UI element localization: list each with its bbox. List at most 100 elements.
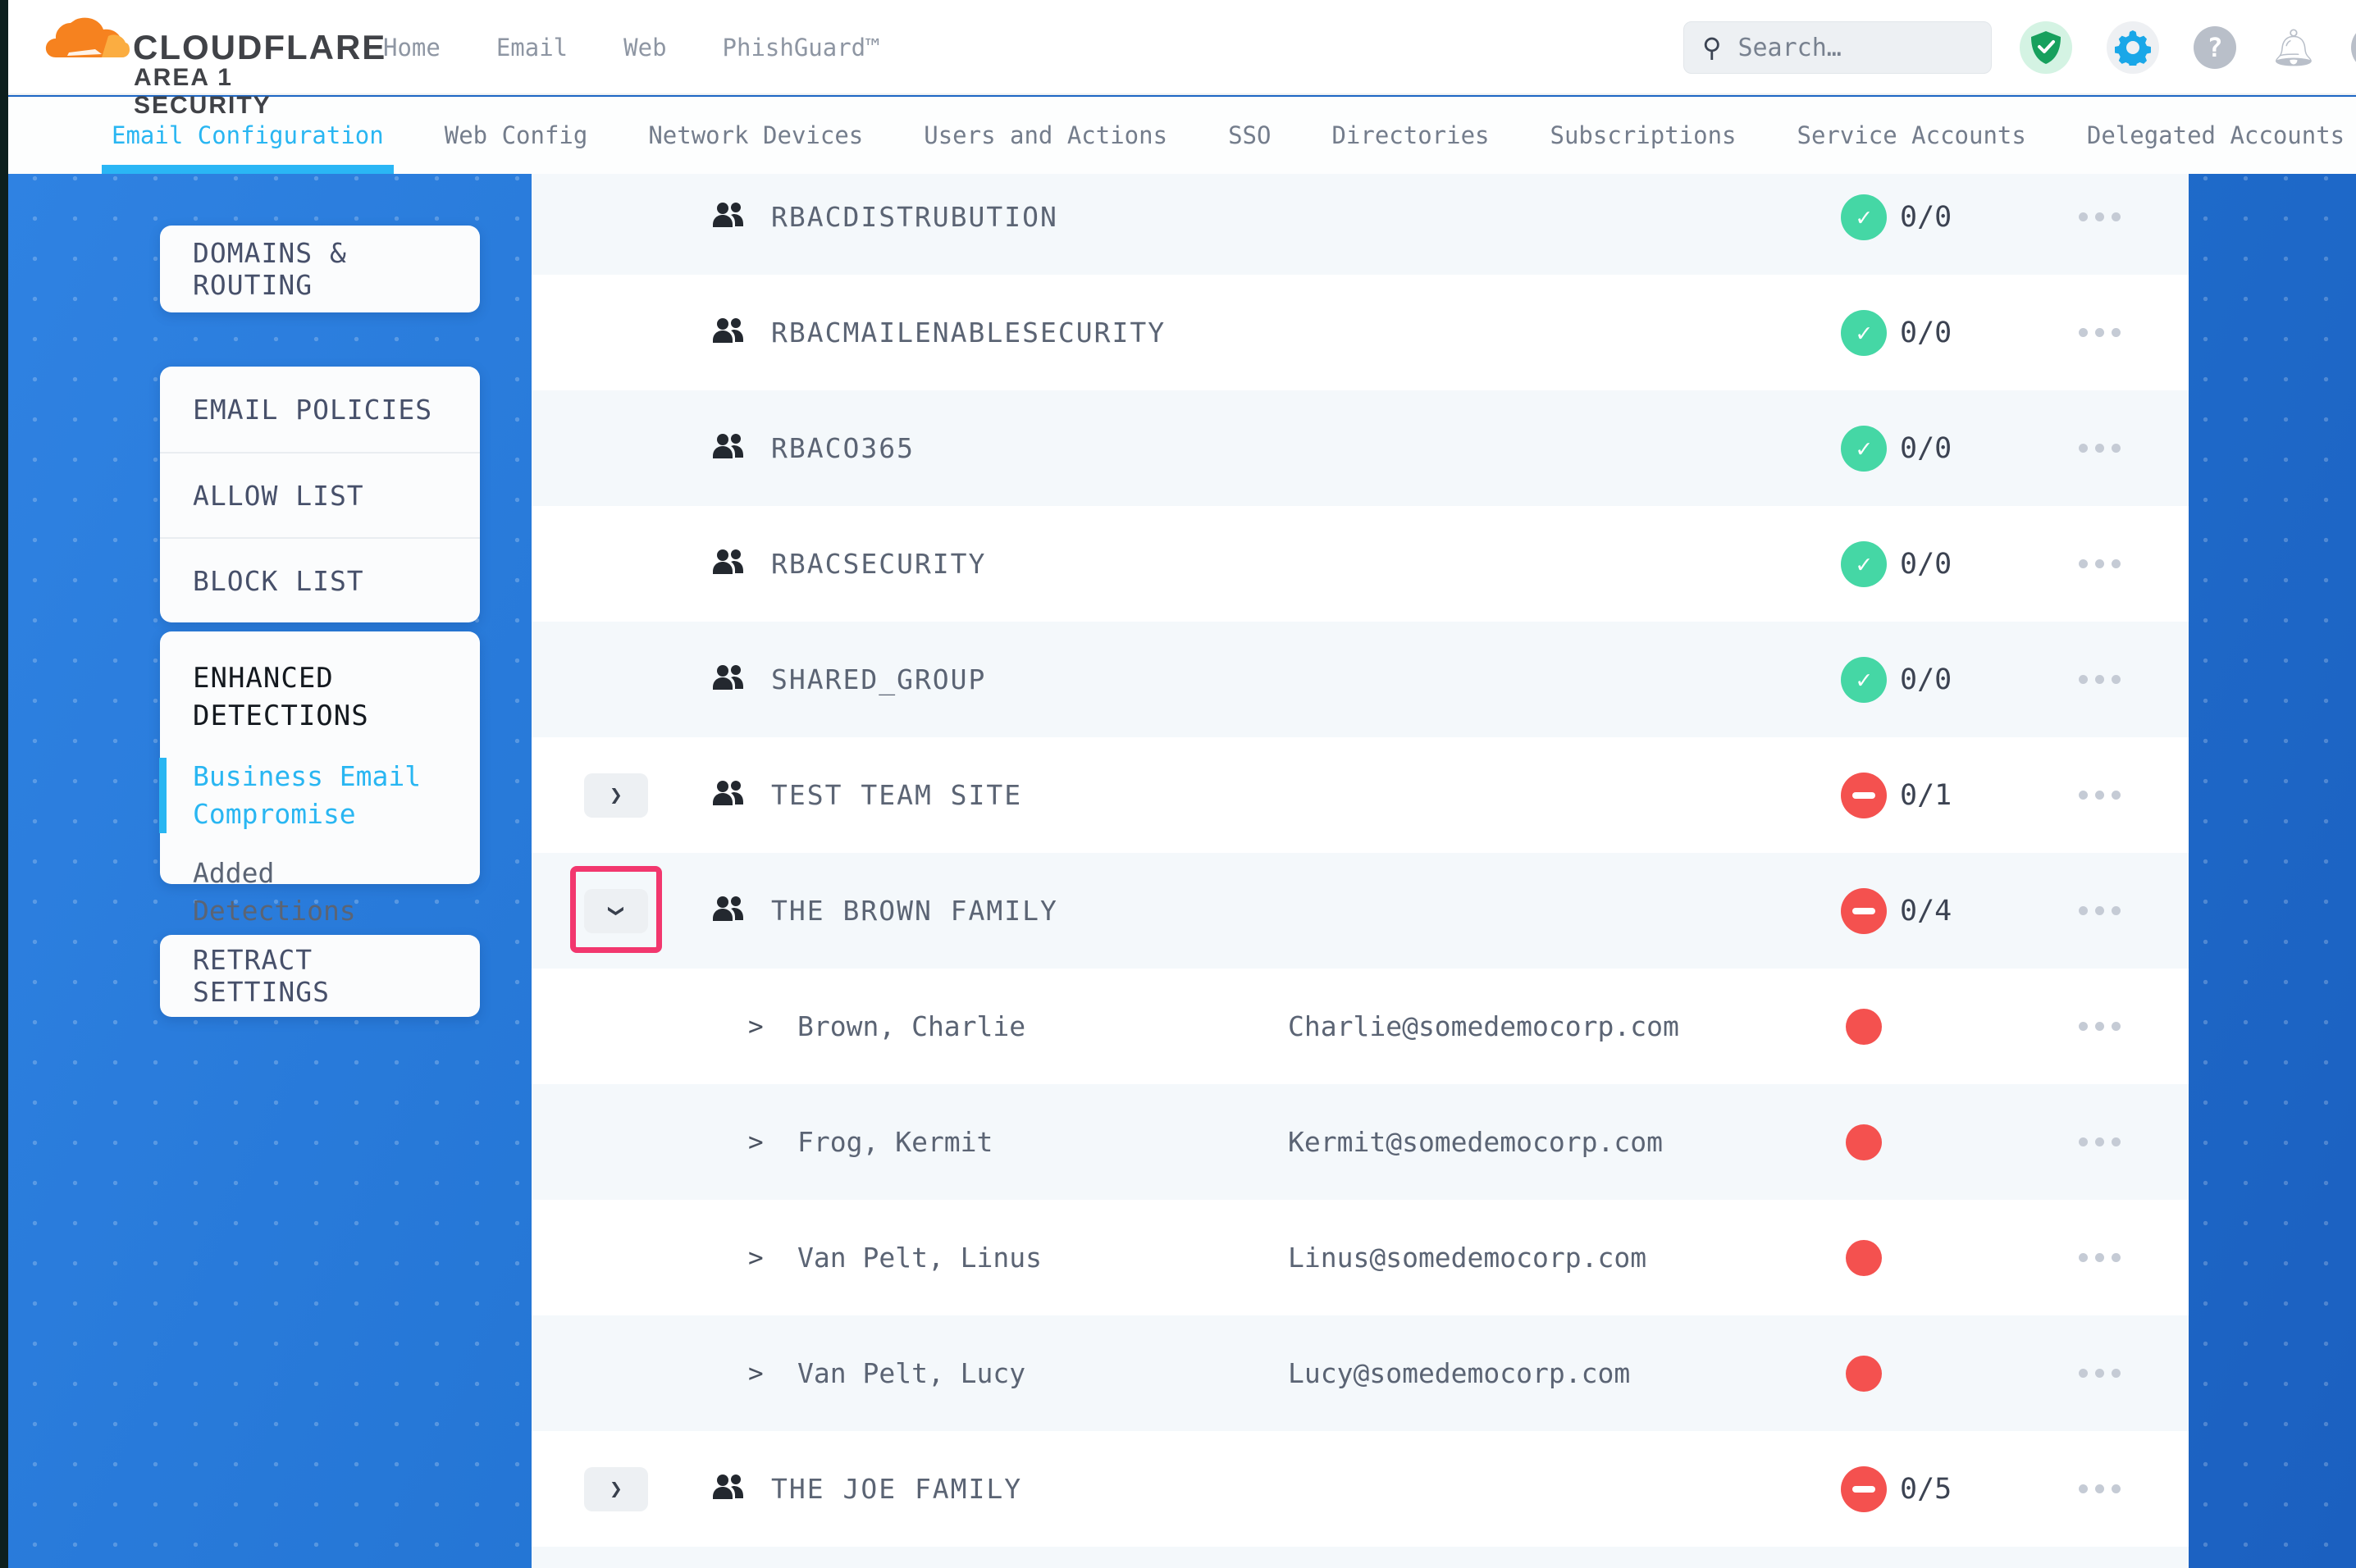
row-menu-ellipsis-icon[interactable]	[2064, 174, 2135, 275]
row-menu-ellipsis-icon[interactable]	[2064, 275, 2135, 390]
status-pass-badge: ✓	[1841, 541, 1887, 587]
group-name: TEST TEAM SITE	[771, 737, 1022, 853]
collapse-group-button[interactable]: ❯	[584, 889, 648, 933]
expand-group-button[interactable]: ❯	[584, 773, 648, 818]
group-icon	[709, 775, 748, 814]
section-tabbar: Email ConfigurationWeb ConfigNetwork Dev…	[0, 97, 2356, 174]
chevron-down-icon: ❯	[604, 905, 628, 918]
top-nav: Home Email Web PhishGuard™	[383, 0, 880, 95]
member-name: Brown, Charlie	[797, 969, 1025, 1084]
group-name: THE JOE FAMILY	[771, 1431, 1022, 1547]
member-count: 0/0	[1900, 622, 1952, 737]
group-table: RBACDISTRUBUTION✓0/0RBACMAILENABLESECURI…	[532, 174, 2189, 1568]
group-row: RBACMAILENABLESECURITY ✓ 0/0	[532, 275, 2189, 390]
notifications-bell-icon[interactable]: 🔔︎	[2271, 26, 2317, 69]
group-name: RBACDISTRUBUTION	[771, 174, 1058, 275]
sidebar-item-email-policies[interactable]: EMAIL POLICIES	[160, 367, 480, 452]
chevron-right-icon[interactable]: >	[748, 969, 764, 1084]
group-icon	[709, 312, 748, 352]
help-icon[interactable]: ?	[2194, 26, 2236, 69]
settings-gear-icon[interactable]	[2107, 21, 2159, 74]
sidebar-item-business-email-compromise[interactable]: Business Email Compromise	[159, 758, 447, 833]
row-menu-ellipsis-icon[interactable]	[2064, 506, 2135, 622]
row-menu-ellipsis-icon[interactable]	[2064, 969, 2135, 1084]
tab-sso[interactable]: SSO	[1223, 97, 1276, 174]
sidebar-enhanced-detections-title: ENHANCED DETECTIONS	[193, 659, 447, 735]
group-row: RBACO365✓0/0	[532, 390, 2189, 506]
logo-line1: CLOUDFLARE	[133, 28, 386, 67]
member-row: >Brown, CharlieCharlie@somedemocorp.com	[532, 969, 2189, 1084]
status-dot-red	[1846, 1356, 1882, 1392]
sidebar-item-retract-settings[interactable]: RETRACT SETTINGS	[160, 935, 480, 1017]
row-menu-ellipsis-icon[interactable]	[2064, 737, 2135, 853]
tab-delegated-accounts[interactable]: Delegated Accounts	[2082, 97, 2349, 174]
member-count: 0/0	[1900, 275, 1952, 390]
row-menu-ellipsis-icon[interactable]	[2064, 1431, 2135, 1547]
expand-group-button[interactable]: ❯	[584, 1467, 648, 1511]
member-row: >Van Pelt, LinusLinus@somedemocorp.com	[532, 1200, 2189, 1315]
row-menu-ellipsis-icon[interactable]	[2064, 390, 2135, 506]
group-row: ❯TEST TEAM SITE0/1	[532, 737, 2189, 853]
header-icon-cluster: ? 🔔︎	[2020, 0, 2356, 95]
sidebar-item-domains-routing[interactable]: DOMAINS & ROUTING	[160, 226, 480, 312]
tab-users-and-actions[interactable]: Users and Actions	[919, 97, 1172, 174]
chevron-right-icon: ❯	[610, 783, 623, 808]
group-row: ❯ THE JOE FAMILY 0/5	[532, 1431, 2189, 1547]
tab-web-config[interactable]: Web Config	[440, 97, 593, 174]
sidebar-item-added-detections[interactable]: Added Detections	[193, 855, 447, 930]
top-nav-item-web[interactable]: Web	[623, 34, 666, 62]
main-area: DOMAINS & ROUTING EMAIL POLICIESALLOW LI…	[0, 174, 2356, 1568]
cloudflare-logo[interactable]: CLOUDFLARE AREA 1 SECURITY	[43, 10, 322, 89]
chevron-right-icon[interactable]: >	[748, 1084, 764, 1200]
top-nav-item-home[interactable]: Home	[383, 34, 441, 62]
row-menu-ellipsis-icon[interactable]	[2064, 853, 2135, 969]
row-menu-ellipsis-icon[interactable]	[2064, 1315, 2135, 1431]
chevron-right-icon: ❯	[610, 1477, 623, 1502]
top-nav-item-email[interactable]: Email	[496, 34, 568, 62]
member-count: 0/0	[1900, 506, 1952, 622]
shield-check-icon[interactable]	[2020, 21, 2072, 74]
empty-row	[532, 1547, 2189, 1568]
chevron-right-icon[interactable]: >	[748, 1315, 764, 1431]
tab-directories[interactable]: Directories	[1326, 97, 1494, 174]
row-menu-ellipsis-icon[interactable]	[2064, 1084, 2135, 1200]
group-icon	[709, 1469, 748, 1508]
group-row: RBACDISTRUBUTION ✓ 0/0	[532, 174, 2189, 275]
status-pass-badge: ✓	[1841, 310, 1887, 356]
search-input[interactable]	[1737, 34, 1951, 62]
group-name: RBACO365	[771, 390, 915, 506]
group-icon	[709, 197, 748, 236]
group-name: RBACSECURITY	[771, 506, 986, 622]
tab-subscriptions[interactable]: Subscriptions	[1546, 97, 1742, 174]
group-row: RBACSECURITY ✓ 0/0	[532, 506, 2189, 622]
tab-service-accounts[interactable]: Service Accounts	[1792, 97, 2031, 174]
row-menu-ellipsis-icon[interactable]	[2064, 622, 2135, 737]
top-nav-item-phishguard-[interactable]: PhishGuard™	[723, 34, 880, 62]
group-name: THE BROWN FAMILY	[771, 853, 1058, 969]
tab-network-devices[interactable]: Network Devices	[643, 97, 868, 174]
member-email: Lucy@somedemocorp.com	[1288, 1315, 1630, 1431]
status-pass-badge: ✓	[1841, 194, 1887, 240]
sidebar-item-block-list[interactable]: BLOCK LIST	[160, 537, 480, 622]
member-email: Kermit@somedemocorp.com	[1288, 1084, 1663, 1200]
member-email: Linus@somedemocorp.com	[1288, 1200, 1646, 1315]
member-count: 0/4	[1900, 853, 1952, 969]
top-header: CLOUDFLARE AREA 1 SECURITY Home Email Web P…	[0, 0, 2356, 95]
group-name: RBACMAILENABLESECURITY	[771, 275, 1166, 390]
row-menu-ellipsis-icon[interactable]	[2064, 1200, 2135, 1315]
group-icon	[709, 659, 748, 699]
group-row: ❯ THE BROWN FAMILY 0/4	[532, 853, 2189, 969]
sidebar-detections-items: Business Email CompromiseAdded Detection…	[193, 758, 447, 930]
member-count: 0/5	[1900, 1431, 1952, 1547]
search-icon: ⚲	[1702, 32, 1721, 63]
chevron-right-icon[interactable]: >	[748, 1200, 764, 1315]
member-count: 0/0	[1900, 174, 1952, 275]
sidebar-card-detections: ENHANCED DETECTIONS Business Email Compr…	[160, 631, 480, 884]
group-name: SHARED_GROUP	[771, 622, 986, 737]
group-icon	[709, 544, 748, 583]
status-pass-badge: ✓	[1841, 657, 1887, 703]
group-icon	[709, 891, 748, 930]
sidebar-item-allow-list[interactable]: ALLOW LIST	[160, 452, 480, 537]
user-avatar-icon[interactable]	[2351, 24, 2356, 71]
member-count: 0/0	[1900, 390, 1952, 506]
